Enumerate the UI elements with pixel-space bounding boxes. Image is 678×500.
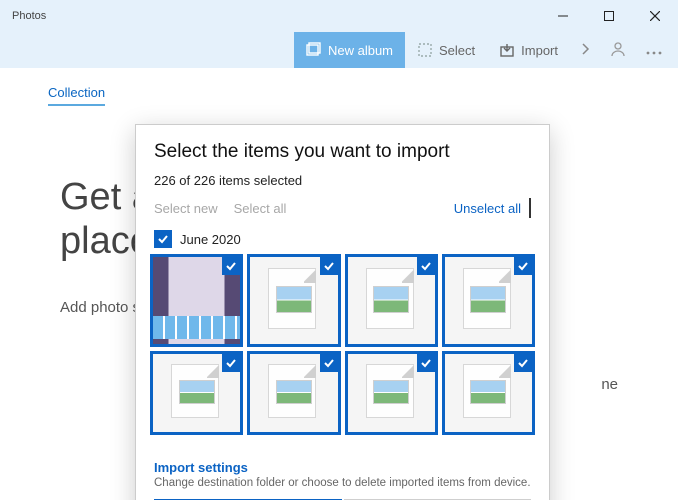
page-content: Collection Get a place Add photo searcha… [0, 68, 678, 500]
new-album-label: New album [328, 43, 393, 58]
person-icon [610, 41, 626, 60]
new-album-icon [306, 42, 322, 58]
maximize-button[interactable] [586, 0, 632, 32]
selected-badge [514, 257, 532, 275]
selection-count: 226 of 226 items selected [154, 173, 531, 188]
new-album-button[interactable]: New album [294, 32, 405, 68]
tabs: Collection [0, 68, 678, 106]
chevron-right-icon [580, 43, 590, 58]
window-title: Photos [12, 10, 46, 22]
minimize-button[interactable] [540, 0, 586, 32]
thumbnail-item[interactable] [345, 254, 438, 347]
account-button[interactable] [600, 32, 636, 68]
selected-badge [417, 257, 435, 275]
thumbnail-item[interactable] [442, 254, 535, 347]
import-settings-description: Change destination folder or choose to d… [154, 477, 531, 489]
close-button[interactable] [632, 0, 678, 32]
unselect-all-link[interactable]: Unselect all [454, 201, 521, 216]
import-label: Import [521, 43, 558, 58]
command-bar: New album Select Import [0, 32, 678, 68]
selected-badge [222, 257, 240, 275]
select-all-link[interactable]: Select all [234, 201, 287, 216]
select-label: Select [439, 43, 475, 58]
thumbnail-grid [136, 248, 549, 452]
selected-badge [417, 354, 435, 372]
thumbnail-item[interactable] [442, 351, 535, 435]
import-settings-link[interactable]: Import settings [154, 460, 531, 475]
text-cursor-icon [529, 198, 531, 218]
import-button[interactable]: Import [487, 32, 570, 68]
title-bar: Photos [0, 0, 678, 32]
thumbnail-item[interactable] [150, 351, 243, 435]
thumbnail-item[interactable] [345, 351, 438, 435]
select-icon [417, 42, 433, 58]
group-header[interactable]: June 2020 [154, 230, 531, 248]
hero-trailing-text: ne [601, 376, 618, 393]
import-dialog: Select the items you want to import 226 … [135, 124, 550, 500]
thumbnail-item[interactable] [247, 351, 340, 435]
selected-badge [222, 354, 240, 372]
select-button[interactable]: Select [405, 32, 487, 68]
overflow-next-button[interactable] [570, 32, 600, 68]
thumbnail-item[interactable] [247, 254, 340, 347]
thumbnail-item[interactable] [150, 254, 243, 347]
window-controls [540, 0, 678, 32]
group-label: June 2020 [180, 232, 241, 247]
dialog-title: Select the items you want to import [154, 141, 531, 163]
group-checkbox[interactable] [154, 230, 172, 248]
selected-badge [514, 354, 532, 372]
import-icon [499, 42, 515, 58]
selected-badge [320, 257, 338, 275]
more-icon [646, 43, 662, 58]
selected-badge [320, 354, 338, 372]
tab-collection[interactable]: Collection [48, 85, 105, 106]
select-new-link[interactable]: Select new [154, 201, 218, 216]
more-button[interactable] [636, 32, 672, 68]
